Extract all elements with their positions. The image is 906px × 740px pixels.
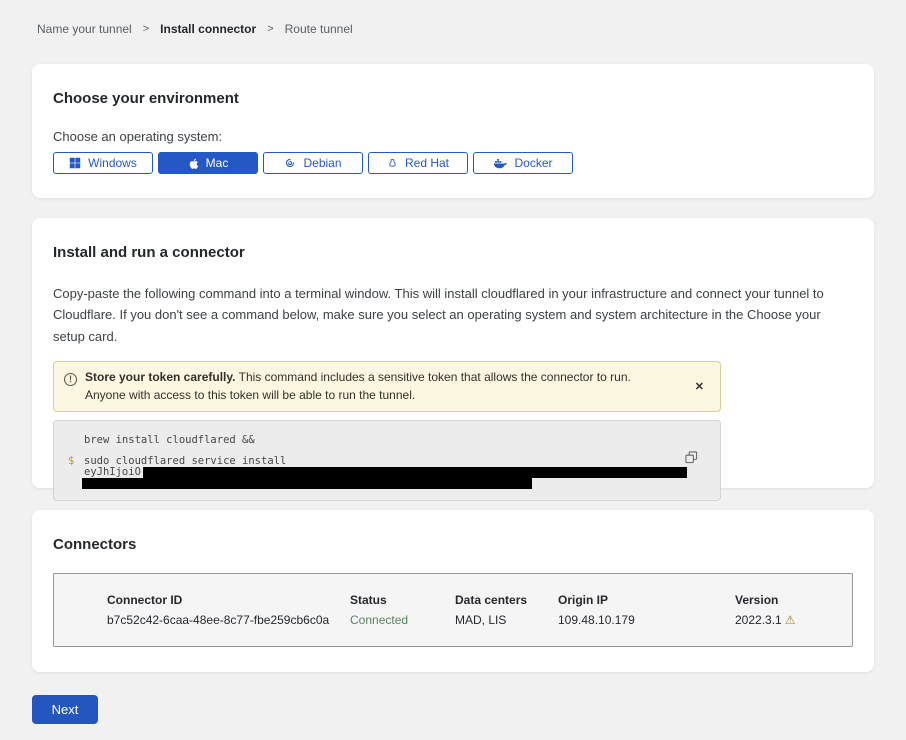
os-button-group: Windows Mac Debian Red Hat <box>53 152 853 174</box>
code-line-token: eyJhIjoiO <box>84 467 700 478</box>
warning-text-bold: Store your token carefully. <box>85 370 236 384</box>
col-header-connector-id: Connector ID <box>107 593 350 607</box>
cell-origin-ip: 109.48.10.179 <box>558 613 735 627</box>
breadcrumb-route-tunnel[interactable]: Route tunnel <box>285 22 353 36</box>
os-button-label: Red Hat <box>405 156 449 170</box>
code-command: $ sudo cloudflared service install eyJhI… <box>84 456 700 489</box>
os-button-label: Windows <box>88 156 137 170</box>
code-line-brew: brew install cloudflared && <box>84 435 700 446</box>
warning-text: Store your token carefully. This command… <box>85 369 683 404</box>
os-button-windows[interactable]: Windows <box>53 152 153 174</box>
environment-card-title: Choose your environment <box>53 90 853 107</box>
copy-icon[interactable] <box>685 451 698 467</box>
col-header-version: Version <box>735 593 852 607</box>
os-button-label: Mac <box>206 156 229 170</box>
os-button-redhat[interactable]: Red Hat <box>368 152 468 174</box>
os-button-label: Docker <box>514 156 552 170</box>
col-header-data-centers: Data centers <box>455 593 558 607</box>
status-badge: Connected <box>350 613 455 627</box>
code-line-sudo: sudo cloudflared service install <box>84 456 700 467</box>
col-header-status: Status <box>350 593 455 607</box>
environment-card: Choose your environment Choose an operat… <box>32 64 874 198</box>
version-warning-icon: ⚠ <box>785 613 796 627</box>
breadcrumb-separator: > <box>143 23 149 35</box>
alert-circle-icon: ! <box>64 373 77 386</box>
install-card: Install and run a connector Copy-paste t… <box>32 218 874 488</box>
version-value: 2022.3.1 <box>735 613 782 627</box>
page: Name your tunnel > Install connector > R… <box>0 0 906 724</box>
redhat-icon <box>387 157 398 170</box>
redaction-bar <box>82 478 532 489</box>
docker-icon <box>493 158 507 169</box>
os-button-debian[interactable]: Debian <box>263 152 363 174</box>
cell-data-centers: MAD, LIS <box>455 613 558 627</box>
connectors-table: Connector ID Status Data centers Origin … <box>53 573 853 647</box>
cell-version: 2022.3.1⚠ <box>735 613 852 627</box>
breadcrumb: Name your tunnel > Install connector > R… <box>37 0 874 36</box>
os-button-label: Debian <box>303 156 341 170</box>
debian-icon <box>284 157 296 169</box>
cell-connector-id: b7c52c42-6caa-48ee-8c77-fbe259cb6c0a <box>107 613 350 627</box>
close-icon[interactable]: ✕ <box>691 380 708 393</box>
redaction-bar <box>143 467 687 478</box>
install-card-title: Install and run a connector <box>53 244 846 261</box>
col-header-origin-ip: Origin IP <box>558 593 735 607</box>
windows-icon <box>69 157 81 169</box>
connectors-card: Connectors Connector ID Status Data cent… <box>32 510 874 672</box>
breadcrumb-install-connector[interactable]: Install connector <box>160 22 256 36</box>
install-command-block: brew install cloudflared && $ sudo cloud… <box>53 420 721 501</box>
connectors-card-title: Connectors <box>53 536 853 553</box>
next-button[interactable]: Next <box>32 695 98 724</box>
token-warning-banner: ! Store your token carefully. This comma… <box>53 361 721 412</box>
os-select-label: Choose an operating system: <box>53 129 853 144</box>
os-button-docker[interactable]: Docker <box>473 152 573 174</box>
token-prefix: eyJhIjoiO <box>84 466 141 478</box>
breadcrumb-separator: > <box>267 23 273 35</box>
os-button-mac[interactable]: Mac <box>158 152 258 174</box>
breadcrumb-name-your-tunnel[interactable]: Name your tunnel <box>37 22 132 36</box>
shell-prompt: $ <box>68 456 74 467</box>
apple-icon <box>188 157 199 170</box>
install-description: Copy-paste the following command into a … <box>53 283 846 347</box>
